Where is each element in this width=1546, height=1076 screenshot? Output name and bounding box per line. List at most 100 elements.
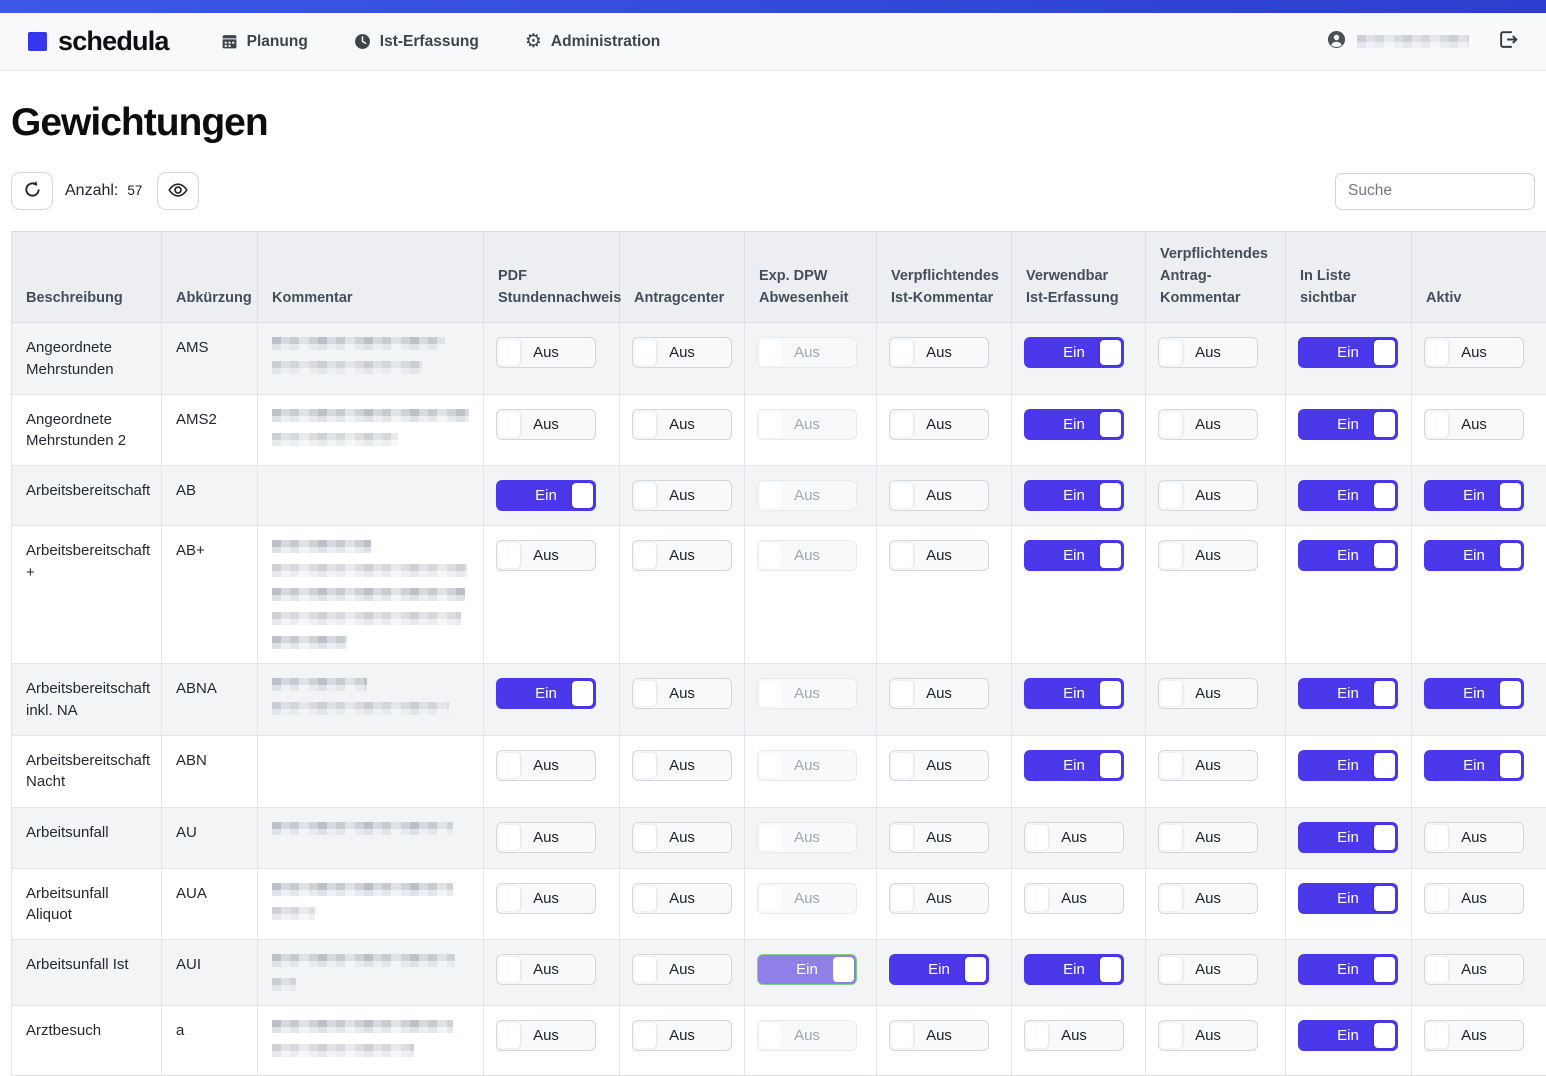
toggle-antragcenter[interactable]: Aus xyxy=(632,540,732,571)
toggle-aktiv[interactable]: Aus xyxy=(1424,954,1524,985)
toggle-aktiv[interactable]: Aus xyxy=(1424,883,1524,914)
toggle-antragcenter[interactable]: Aus xyxy=(632,480,732,511)
toggle-antragcenter[interactable]: Aus xyxy=(632,409,732,440)
toggle-pdf-stundennachweis[interactable]: Ein xyxy=(496,678,596,709)
toggle-pdf-stundennachweis[interactable]: Aus xyxy=(496,409,596,440)
toggle-in-liste-sichtbar[interactable]: Ein xyxy=(1298,954,1398,985)
toggle-verpflichtendes-antrag-kommentar[interactable]: Aus xyxy=(1158,883,1258,914)
toggle-aktiv[interactable]: Ein xyxy=(1424,540,1524,571)
toggle-cell-exp-dpw-abwesenheit: Aus xyxy=(745,394,877,466)
toggle-in-liste-sichtbar[interactable]: Ein xyxy=(1298,750,1398,781)
toggle-aktiv[interactable]: Aus xyxy=(1424,1020,1524,1051)
toggle-knob xyxy=(499,957,520,982)
user-menu[interactable] xyxy=(1327,30,1469,54)
toggle-verpflichtendes-ist-kommentar[interactable]: Aus xyxy=(889,883,989,914)
toggle-cell-in-liste-sichtbar: Ein xyxy=(1286,526,1412,664)
toggle-aktiv[interactable]: Ein xyxy=(1424,750,1524,781)
toggle-verpflichtendes-ist-kommentar[interactable]: Aus xyxy=(889,337,989,368)
toggle-pdf-stundennachweis[interactable]: Aus xyxy=(496,822,596,853)
toggle-antragcenter[interactable]: Aus xyxy=(632,750,732,781)
toggle-antragcenter[interactable]: Aus xyxy=(632,678,732,709)
toggle-aktiv[interactable]: Aus xyxy=(1424,409,1524,440)
toggle-verwendbar-ist-erfassung[interactable]: Aus xyxy=(1024,822,1124,853)
toggle-pdf-stundennachweis[interactable]: Ein xyxy=(496,480,596,511)
toggle-in-liste-sichtbar[interactable]: Ein xyxy=(1298,822,1398,853)
toggle-verpflichtendes-antrag-kommentar[interactable]: Aus xyxy=(1158,750,1258,781)
toggle-knob xyxy=(760,681,781,706)
toggle-antragcenter[interactable]: Aus xyxy=(632,954,732,985)
refresh-button[interactable] xyxy=(11,172,53,210)
toggle-aktiv[interactable]: Ein xyxy=(1424,480,1524,511)
toggle-exp-dpw-abwesenheit: Aus xyxy=(757,822,857,853)
toggle-aktiv[interactable]: Ein xyxy=(1424,678,1524,709)
toggle-verwendbar-ist-erfassung[interactable]: Ein xyxy=(1024,678,1124,709)
toggle-in-liste-sichtbar[interactable]: Ein xyxy=(1298,883,1398,914)
toggle-verpflichtendes-ist-kommentar[interactable]: Aus xyxy=(889,409,989,440)
toggle-verpflichtendes-antrag-kommentar[interactable]: Aus xyxy=(1158,540,1258,571)
table-row: ArbeitsunfallAUAusAusAusAusAusAusEinAus xyxy=(12,807,1546,868)
toggle-verpflichtendes-ist-kommentar[interactable]: Aus xyxy=(889,540,989,571)
table-row: Arbeitsunfall AliquotAUAAusAusAusAusAusA… xyxy=(12,868,1546,940)
nav-item-administration[interactable]: ⚙ Administration xyxy=(525,32,660,51)
toggle-verwendbar-ist-erfassung[interactable]: Ein xyxy=(1024,409,1124,440)
toggle-antragcenter[interactable]: Aus xyxy=(632,883,732,914)
brand-logo[interactable]: schedula xyxy=(28,26,169,57)
logout-icon[interactable] xyxy=(1499,30,1518,54)
toggle-antragcenter[interactable]: Aus xyxy=(632,1020,732,1051)
search-input[interactable] xyxy=(1335,173,1535,210)
table-body: Angeordnete MehrstundenAMSAusAusAusAusEi… xyxy=(12,323,1546,1076)
toggle-label: Aus xyxy=(1461,416,1487,433)
toggle-in-liste-sichtbar[interactable]: Ein xyxy=(1298,409,1398,440)
toggle-antragcenter[interactable]: Aus xyxy=(632,822,732,853)
toggle-cell-pdf-stundennachweis: Aus xyxy=(484,736,620,808)
visibility-button[interactable] xyxy=(157,172,199,210)
toggle-in-liste-sichtbar[interactable]: Ein xyxy=(1298,337,1398,368)
toggle-verpflichtendes-ist-kommentar[interactable]: Ein xyxy=(889,954,989,985)
toggle-verwendbar-ist-erfassung[interactable]: Ein xyxy=(1024,337,1124,368)
toggle-in-liste-sichtbar[interactable]: Ein xyxy=(1298,678,1398,709)
toggle-verpflichtendes-antrag-kommentar[interactable]: Aus xyxy=(1158,822,1258,853)
toggle-verwendbar-ist-erfassung[interactable]: Ein xyxy=(1024,750,1124,781)
toggle-verpflichtendes-ist-kommentar[interactable]: Aus xyxy=(889,678,989,709)
toggle-pdf-stundennachweis[interactable]: Aus xyxy=(496,954,596,985)
toggle-verwendbar-ist-erfassung[interactable]: Ein xyxy=(1024,954,1124,985)
nav-item-planung[interactable]: Planung xyxy=(221,32,308,51)
toggle-verwendbar-ist-erfassung[interactable]: Ein xyxy=(1024,540,1124,571)
toggle-verpflichtendes-antrag-kommentar[interactable]: Aus xyxy=(1158,678,1258,709)
toggle-verwendbar-ist-erfassung[interactable]: Aus xyxy=(1024,883,1124,914)
toggle-pdf-stundennachweis[interactable]: Aus xyxy=(496,337,596,368)
nav-item-ist-erfassung[interactable]: Ist-Erfassung xyxy=(354,32,479,51)
toggle-pdf-stundennachweis[interactable]: Aus xyxy=(496,883,596,914)
toggle-verpflichtendes-ist-kommentar[interactable]: Aus xyxy=(889,750,989,781)
toggle-verwendbar-ist-erfassung[interactable]: Aus xyxy=(1024,1020,1124,1051)
toggle-pdf-stundennachweis[interactable]: Aus xyxy=(496,750,596,781)
toggle-verpflichtendes-antrag-kommentar[interactable]: Aus xyxy=(1158,954,1258,985)
toggle-cell-exp-dpw-abwesenheit: Aus xyxy=(745,868,877,940)
toggle-verpflichtendes-ist-kommentar[interactable]: Aus xyxy=(889,822,989,853)
toggle-knob xyxy=(1161,753,1182,778)
toggle-pdf-stundennachweis[interactable]: Aus xyxy=(496,1020,596,1051)
toggle-pdf-stundennachweis[interactable]: Aus xyxy=(496,540,596,571)
toggle-aktiv[interactable]: Aus xyxy=(1424,337,1524,368)
toggle-cell-exp-dpw-abwesenheit: Ein xyxy=(745,940,877,1006)
toggle-label: Ein xyxy=(1463,757,1485,774)
toggle-verpflichtendes-ist-kommentar[interactable]: Aus xyxy=(889,1020,989,1051)
toggle-in-liste-sichtbar[interactable]: Ein xyxy=(1298,1020,1398,1051)
toggle-verpflichtendes-antrag-kommentar[interactable]: Aus xyxy=(1158,409,1258,440)
toggle-verpflichtendes-antrag-kommentar[interactable]: Aus xyxy=(1158,480,1258,511)
toggle-label: Aus xyxy=(1195,1027,1221,1044)
toggle-verpflichtendes-antrag-kommentar[interactable]: Aus xyxy=(1158,337,1258,368)
toggle-knob xyxy=(760,825,781,850)
toggle-in-liste-sichtbar[interactable]: Ein xyxy=(1298,540,1398,571)
toggle-verwendbar-ist-erfassung[interactable]: Ein xyxy=(1024,480,1124,511)
toggle-knob xyxy=(760,412,781,437)
toggle-antragcenter[interactable]: Aus xyxy=(632,337,732,368)
toggle-cell-verpflichtendes-antrag-kommentar: Aus xyxy=(1146,868,1286,940)
toggle-label: Aus xyxy=(794,890,820,907)
toggle-verpflichtendes-ist-kommentar[interactable]: Aus xyxy=(889,480,989,511)
toggle-knob xyxy=(1500,543,1521,568)
toggle-aktiv[interactable]: Aus xyxy=(1424,822,1524,853)
toggle-in-liste-sichtbar[interactable]: Ein xyxy=(1298,480,1398,511)
clock-icon xyxy=(354,33,371,50)
toggle-verpflichtendes-antrag-kommentar[interactable]: Aus xyxy=(1158,1020,1258,1051)
